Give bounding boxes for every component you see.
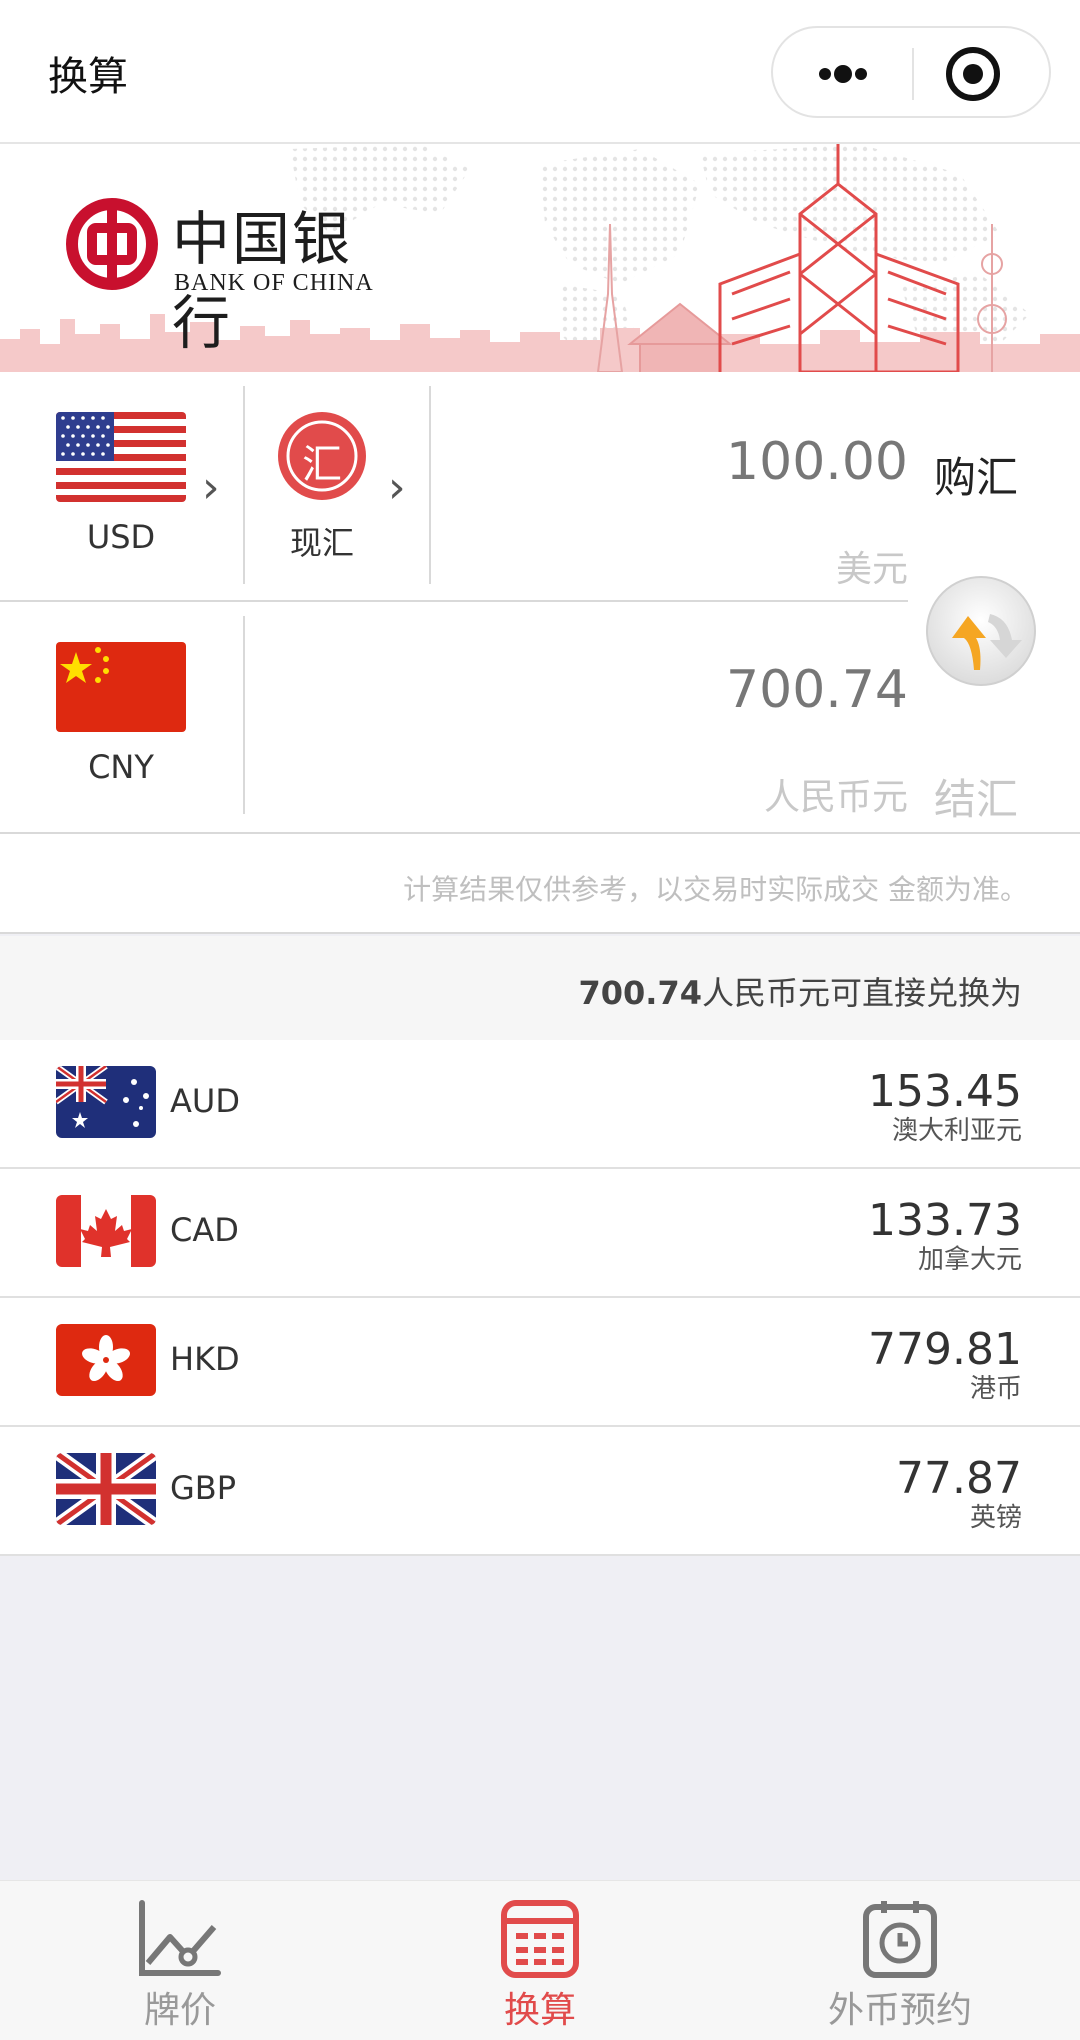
from-unit-label: 美元: [835, 549, 908, 590]
disclaimer-band: 计算结果仅供参考，以交易时实际成交 金额为准。: [0, 834, 1080, 934]
top-bar: 换算: [0, 0, 1080, 144]
list-item-gbp[interactable]: GBP 77.87 英镑: [0, 1427, 1080, 1556]
clock-icon: [863, 1901, 937, 1978]
divider: [243, 616, 245, 814]
to-unit-label: 人民币元: [763, 777, 908, 818]
australia-flag: [56, 1066, 156, 1138]
currency-list: AUD 153.45 澳大利亚元 CAD 133.73 加拿大元 HKD 779…: [0, 1040, 1080, 1556]
currency-code: CAD: [170, 1211, 239, 1249]
disclaimer-text: 计算结果仅供参考，以交易时实际成交 金额为准。: [403, 873, 1028, 906]
usa-flag[interactable]: [56, 412, 186, 502]
page-title: 换算: [48, 54, 128, 100]
summary-caption: 人民币元可直接兑换为: [701, 974, 1022, 1012]
tab-convert[interactable]: 换算: [360, 1881, 720, 2040]
currency-name: 港币: [969, 1374, 1022, 1404]
to-amount-value[interactable]: 700.74: [460, 660, 908, 720]
list-item-hkd[interactable]: HKD 779.81 港币: [0, 1298, 1080, 1427]
summary-text: 700.74人民币元可直接兑换为: [579, 968, 1023, 1014]
currency-code: HKD: [170, 1340, 240, 1378]
hongkong-flag: [56, 1324, 156, 1396]
tab-label: 外币预约: [827, 1990, 972, 2031]
summary-band: 700.74人民币元可直接兑换为: [0, 936, 1080, 1040]
rate-type-label[interactable]: 现汇: [256, 518, 388, 564]
rate-type-icon[interactable]: 汇: [276, 410, 368, 502]
capsule-divider: [912, 48, 914, 100]
row-divider: [0, 600, 908, 602]
tab-label: 牌价: [143, 1990, 216, 2031]
divider: [429, 386, 431, 584]
uk-flag: [56, 1453, 156, 1525]
bank-banner: 中国银行 BANK OF CHINA: [0, 144, 1080, 372]
swap-button[interactable]: [924, 574, 1038, 688]
sell-fx-label: 结汇: [934, 775, 1019, 824]
china-flag[interactable]: [56, 642, 186, 732]
currency-code: AUD: [170, 1082, 240, 1120]
bank-name-english: BANK OF CHINA: [174, 270, 374, 296]
from-amount-input[interactable]: 100.00: [460, 432, 908, 492]
more-icon[interactable]: [799, 44, 887, 104]
summary-amount: 700.74: [578, 974, 702, 1012]
currency-name: 加拿大元: [917, 1245, 1022, 1275]
close-miniprogram-icon[interactable]: [943, 44, 1003, 104]
menu-capsule: [771, 26, 1051, 118]
chart-icon: [139, 1900, 221, 1976]
boc-emblem-icon: [66, 198, 158, 290]
from-currency-code[interactable]: USD: [56, 518, 186, 556]
chevron-right-icon[interactable]: ›: [388, 462, 406, 513]
divider: [243, 386, 245, 584]
tab-rates[interactable]: 牌价: [0, 1881, 360, 2040]
calculator-icon: [501, 1900, 579, 1978]
list-item-aud[interactable]: AUD 153.45 澳大利亚元: [0, 1040, 1080, 1169]
currency-name: 英镑: [969, 1503, 1022, 1533]
list-item-cad[interactable]: CAD 133.73 加拿大元: [0, 1169, 1080, 1298]
tab-fx-appointment[interactable]: 外币预约: [720, 1881, 1080, 2040]
canada-flag: [56, 1195, 156, 1267]
buy-fx-label: 购汇: [934, 453, 1019, 502]
bottom-tab-bar: 牌价 换算 外币预约: [0, 1880, 1080, 2040]
currency-name: 澳大利亚元: [891, 1116, 1022, 1146]
rate-type-icon-char: 汇: [302, 442, 342, 488]
tab-label: 换算: [503, 1990, 576, 2031]
bank-logo: 中国银行 BANK OF CHINA: [66, 192, 386, 357]
chevron-right-icon[interactable]: ›: [202, 462, 220, 513]
to-currency-code[interactable]: CNY: [56, 748, 186, 786]
converter-panel: USD › 汇 现汇 › 100.00 购汇 美元 CNY 700.74 人民币…: [0, 372, 1080, 834]
currency-code: GBP: [170, 1469, 237, 1507]
